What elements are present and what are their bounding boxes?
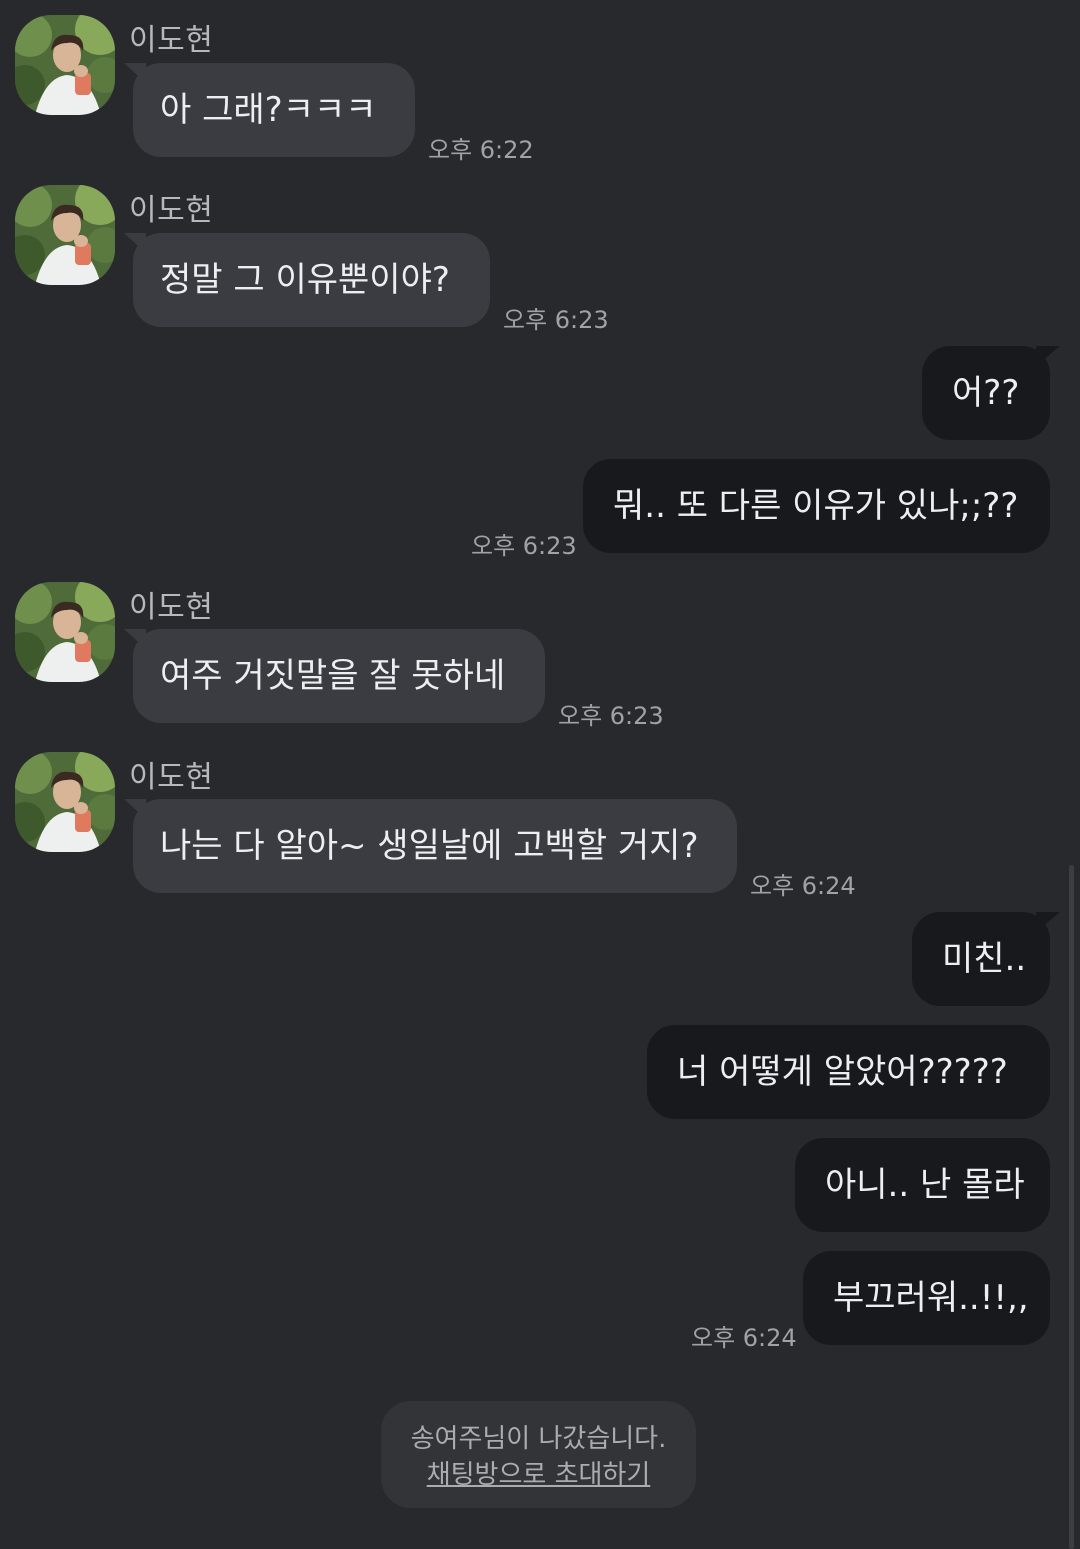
message-time: 오후 6:23 [471,532,577,560]
sender-name: 이도현 [129,193,214,228]
outgoing-message-bubble[interactable]: 너 어떻게 알았어????? [647,1025,1050,1119]
sender-avatar[interactable] [15,582,115,682]
outgoing-message-bubble[interactable]: 어?? [922,346,1060,440]
sender-avatar[interactable] [15,185,115,285]
incoming-message-bubble[interactable]: 정말 그 이유뿐이야? [124,233,490,327]
scrollbar[interactable] [1069,865,1074,1549]
message-time: 오후 6:23 [503,306,609,334]
incoming-message-bubble[interactable]: 아 그래?ㅋㅋㅋ [124,63,415,157]
sender-name: 이도현 [129,590,214,625]
sender-avatar[interactable] [15,752,115,852]
sender-name: 이도현 [129,760,214,795]
system-notice: 송여주님이 나갔습니다. 채팅방으로 초대하기 [381,1401,696,1508]
message-time: 오후 6:23 [558,702,664,730]
outgoing-message-bubble[interactable]: 뭐.. 또 다른 이유가 있나;;?? [583,459,1050,553]
invite-to-chat-link[interactable]: 채팅방으로 초대하기 [427,1457,651,1493]
message-time: 오후 6:22 [428,136,534,164]
incoming-message-bubble[interactable]: 여주 거짓말을 잘 못하네 [124,629,545,723]
message-time: 오후 6:24 [750,872,856,900]
sender-avatar[interactable] [15,15,115,115]
sender-name: 이도현 [129,23,214,58]
outgoing-message-bubble[interactable]: 미친.. [912,912,1060,1006]
incoming-message-bubble[interactable]: 나는 다 알아~ 생일날에 고백할 거지? [124,799,737,893]
outgoing-message-bubble[interactable]: 아니.. 난 몰라 [795,1138,1050,1232]
outgoing-message-bubble[interactable]: 부끄러워..!!,, [803,1251,1050,1345]
message-time: 오후 6:24 [691,1324,797,1352]
left-chat-notice-text: 송여주님이 나갔습니다. [410,1424,667,1454]
